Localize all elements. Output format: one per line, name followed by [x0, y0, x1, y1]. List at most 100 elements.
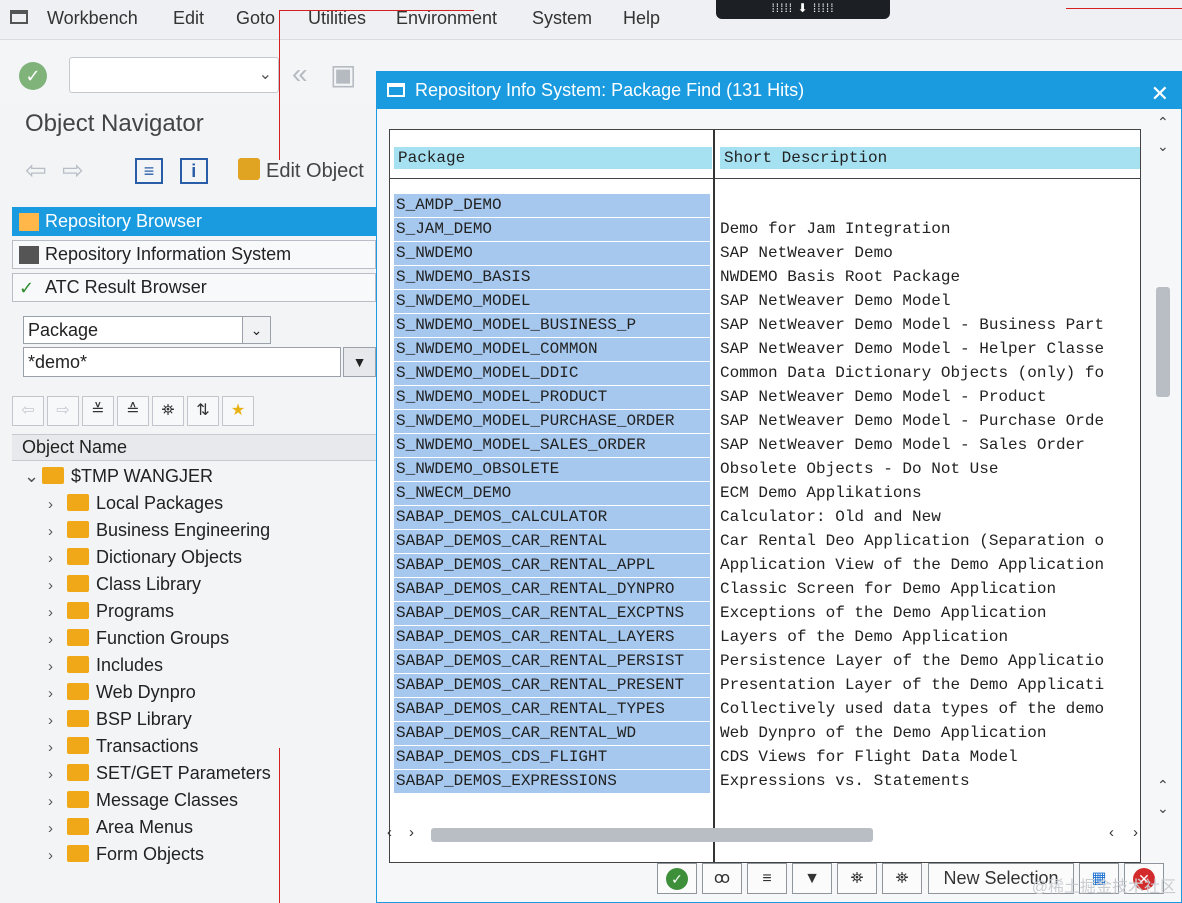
find-button[interactable]: ⛯ — [837, 863, 877, 894]
folder-icon — [67, 602, 89, 619]
tree-node[interactable]: › Message Classes — [48, 787, 271, 814]
chevron-right-icon[interactable]: › — [48, 599, 67, 626]
tab-repository-browser[interactable]: Repository Browser — [12, 207, 376, 236]
menu-help[interactable]: Help — [623, 8, 660, 29]
tree-node[interactable]: › Business Engineering — [48, 517, 271, 544]
tree-node[interactable]: › Dictionary Objects — [48, 544, 271, 571]
chevron-right-icon[interactable]: › — [48, 491, 67, 518]
menu-edit[interactable]: Edit — [173, 8, 204, 29]
folder-icon — [42, 467, 64, 484]
info-icon[interactable]: i — [179, 158, 208, 184]
chevron-down-icon[interactable]: ⌄ — [24, 466, 42, 487]
tree-node[interactable]: › SET/GET Parameters — [48, 760, 271, 787]
chevron-right-icon[interactable]: › — [48, 734, 67, 761]
folder-icon — [67, 656, 89, 673]
window-drag-handle[interactable]: ⁞⁞⁞⁞⁞ ⬇ ⁞⁞⁞⁞⁞ — [716, 0, 890, 19]
find-next-icon: ⛯ — [895, 870, 909, 887]
tree-node[interactable]: › Function Groups — [48, 625, 271, 652]
object-name-input[interactable]: *demo* — [23, 347, 341, 377]
chevron-down-icon[interactable]: ⌄ — [242, 317, 270, 343]
back-icon[interactable]: « — [292, 58, 308, 90]
chevron-right-icon[interactable]: › — [48, 653, 67, 680]
tab-repository-information-system[interactable]: Repository Information System — [12, 240, 376, 269]
vertical-scrollbar[interactable]: ⌃ ⌄ ⌃ ⌄ — [1153, 112, 1177, 857]
tree-node[interactable]: › Includes — [48, 652, 271, 679]
tree-column-header[interactable]: Object Name — [12, 434, 376, 461]
next-object-icon[interactable]: ⇨ — [47, 396, 79, 426]
chevron-right-icon[interactable]: › — [48, 761, 67, 788]
display-button[interactable]: ▼ — [343, 347, 376, 377]
folder-icon — [67, 575, 89, 592]
menu-utilities[interactable]: Utilities — [308, 8, 366, 29]
column-header-package[interactable]: Package — [394, 147, 712, 169]
tree-root[interactable]: ⌄ $TMP WANGJER — [24, 466, 213, 490]
scroll-up-icon[interactable]: ⌃ — [1157, 777, 1169, 794]
object-type-select[interactable]: Package ⌄ — [23, 316, 271, 344]
chevron-right-icon[interactable]: › — [48, 626, 67, 653]
chevron-right-icon[interactable]: › — [48, 842, 67, 869]
edit-object-button[interactable]: Edit Object — [238, 158, 364, 183]
chevron-right-icon[interactable]: › — [48, 518, 67, 545]
tree-node[interactable]: › Area Menus — [48, 814, 271, 841]
menu-workbench[interactable]: Workbench — [47, 8, 138, 29]
find-next-button[interactable]: ⛯ — [882, 863, 922, 894]
scroll-up-icon[interactable]: ⌃ — [1157, 114, 1169, 131]
chevron-right-icon[interactable]: › — [48, 707, 67, 734]
check-icon: ✓ — [19, 278, 35, 298]
enter-check-icon[interactable]: ✓ — [19, 62, 47, 90]
scroll-right-icon[interactable]: › — [409, 824, 414, 841]
sort-icon[interactable]: ⇅ — [187, 396, 219, 426]
dialog-title-bar[interactable]: Repository Info System: Package Find (13… — [377, 72, 1181, 109]
chevron-right-icon[interactable]: › — [48, 815, 67, 842]
back-arrow-icon[interactable]: ⇦ — [25, 155, 47, 185]
confirm-button[interactable]: ✓ — [657, 863, 697, 894]
scroll-left-icon[interactable]: ‹ — [387, 824, 392, 841]
tree-node[interactable]: › Local Packages — [48, 490, 271, 517]
sort-ascending-button[interactable]: ≡ — [747, 863, 787, 894]
folder-icon — [67, 764, 89, 781]
menu-system[interactable]: System — [532, 8, 592, 29]
scroll-right-icon[interactable]: › — [1133, 824, 1138, 841]
horizontal-scrollbar[interactable]: ‹ › ‹ › — [383, 824, 1153, 846]
chevron-down-icon[interactable]: ⌄ — [259, 64, 272, 84]
menu-goto[interactable]: Goto — [236, 8, 275, 29]
history-nav: ⇦ ⇨ — [25, 155, 84, 186]
expand-all-icon[interactable]: ≚ — [82, 396, 114, 426]
chevron-right-icon[interactable]: › — [48, 572, 67, 599]
save-icon[interactable]: ▣ — [330, 58, 356, 91]
collapse-all-icon[interactable]: ≙ — [117, 396, 149, 426]
tree-node[interactable]: › Programs — [48, 598, 271, 625]
scrollbar-thumb[interactable] — [1156, 287, 1170, 397]
tab-atc-result-browser[interactable]: ✓ ATC Result Browser — [12, 273, 376, 302]
tree-node[interactable]: › Web Dynpro — [48, 679, 271, 706]
folder-icon — [67, 521, 89, 538]
column-header-description[interactable]: Short Description — [720, 147, 1140, 169]
filter-button[interactable]: ▼ — [792, 863, 832, 894]
header-divider — [390, 178, 1140, 179]
details-button[interactable]: ꝏ — [702, 863, 742, 894]
tree-node[interactable]: › Class Library — [48, 571, 271, 598]
command-field[interactable]: ⌄ — [69, 57, 279, 93]
annotation-line — [1066, 8, 1182, 9]
close-icon[interactable]: ✕ — [1151, 76, 1169, 112]
hierarchy-icon[interactable]: ≡ — [135, 158, 163, 184]
tree-node[interactable]: › Form Objects — [48, 841, 271, 868]
check-icon: ✓ — [666, 867, 688, 890]
tree-node[interactable]: › BSP Library — [48, 706, 271, 733]
system-menu-icon[interactable] — [10, 10, 28, 24]
forward-arrow-icon[interactable]: ⇨ — [62, 155, 84, 185]
chevron-right-icon[interactable]: › — [48, 545, 67, 572]
watermark: @稀土掘金技术社区 — [1031, 879, 1176, 896]
chevron-right-icon[interactable]: › — [48, 680, 67, 707]
scrollbar-thumb[interactable] — [431, 828, 873, 842]
folder-icon — [67, 683, 89, 700]
binoculars-icon[interactable]: ⛯ — [152, 396, 184, 426]
scroll-down-icon[interactable]: ⌄ — [1157, 800, 1169, 817]
menu-environment[interactable]: Environment — [396, 8, 497, 29]
previous-object-icon[interactable]: ⇦ — [12, 396, 44, 426]
scroll-down-icon[interactable]: ⌄ — [1157, 138, 1169, 155]
chevron-right-icon[interactable]: › — [48, 788, 67, 815]
scroll-left-icon[interactable]: ‹ — [1109, 824, 1114, 841]
favorites-star-icon[interactable]: ★ — [222, 396, 254, 426]
tree-node[interactable]: › Transactions — [48, 733, 271, 760]
